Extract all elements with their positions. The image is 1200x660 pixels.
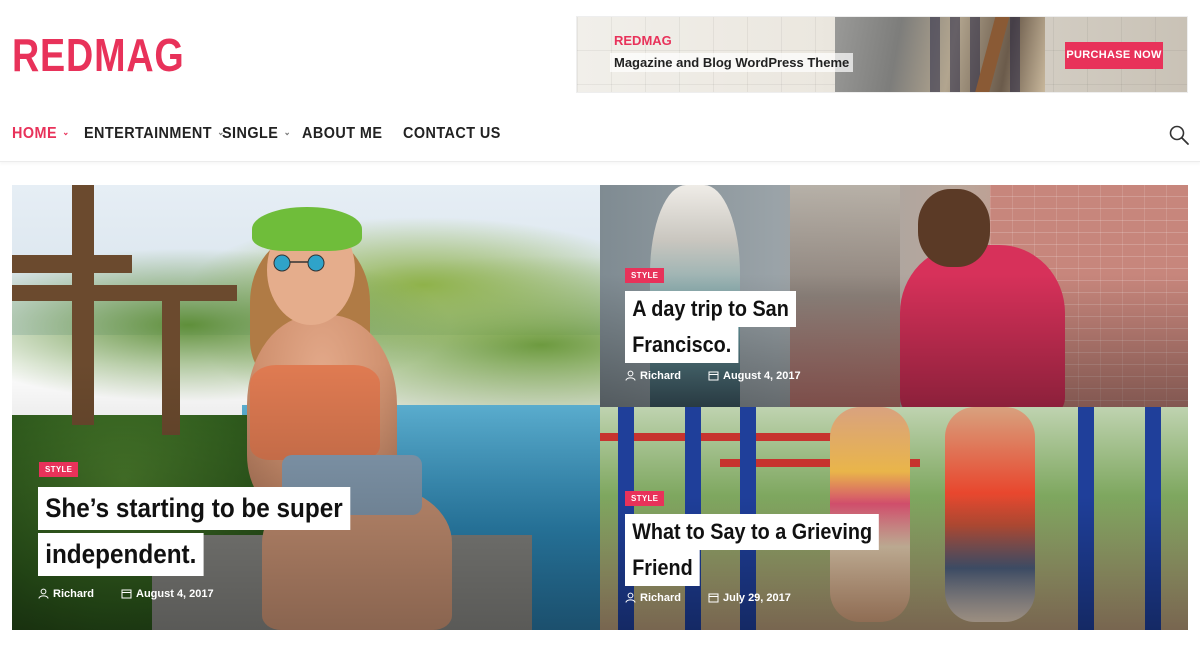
search-icon[interactable] [1168,124,1190,146]
nav-item-home[interactable]: HOME ⌄ [12,125,70,143]
post-title-line[interactable]: A day trip to San [625,291,796,327]
nav-item-label: SINGLE [222,125,279,142]
date-text: July 29, 2017 [723,592,791,604]
nav-item-contact-us[interactable]: CONTACT US [403,125,501,143]
author-name: Richard [53,588,94,600]
user-icon [625,592,636,603]
author-name: Richard [640,592,681,604]
nav-item-entertainment[interactable]: ENTERTAINMENT ⌄ [84,125,225,143]
calendar-icon [708,593,719,603]
post-author[interactable]: Richard [625,370,681,382]
nav-item-single[interactable]: SINGLE ⌄ [222,125,291,143]
post-title-line[interactable]: Friend [625,550,700,586]
post-title-line[interactable]: She’s starting to be super [38,487,350,530]
user-icon [38,588,49,599]
ad-model-photo [835,17,1045,92]
user-icon [625,370,636,381]
category-badge[interactable]: STYLE [625,491,665,506]
date-text: August 4, 2017 [136,588,214,600]
category-badge[interactable]: STYLE [39,462,79,477]
nav-item-label: ABOUT ME [302,125,383,142]
chevron-down-icon: ⌄ [283,127,291,137]
post-title-line[interactable]: What to Say to a Grieving [625,514,880,550]
date-text: August 4, 2017 [723,370,801,382]
post-author[interactable]: Richard [625,592,681,604]
calendar-icon [121,589,132,599]
purchase-now-button[interactable]: PURCHASE NOW [1065,42,1163,69]
chevron-down-icon: ⌄ [62,127,70,137]
site-header: REDMAG REDMAG Magazine and Blog WordPres… [0,0,1200,110]
nav-item-label: ENTERTAINMENT [84,125,212,142]
calendar-icon [708,371,719,381]
post-date: July 29, 2017 [708,592,791,604]
featured-post-tertiary[interactable]: STYLE What to Say to a Grieving Friend R… [600,407,1188,630]
featured-post-main[interactable]: STYLE She’s starting to be super indepen… [12,185,600,630]
nav-item-label: CONTACT US [403,125,501,142]
post-date: August 4, 2017 [708,370,801,382]
ad-brand: REDMAG [614,33,672,48]
site-logo[interactable]: REDMAG [12,30,185,80]
post-author[interactable]: Richard [38,588,94,600]
category-badge[interactable]: STYLE [625,268,665,283]
featured-post-secondary[interactable]: STYLE A day trip to San Francisco. Richa… [600,185,1188,407]
ad-tagline: Magazine and Blog WordPress Theme [610,53,854,72]
author-name: Richard [640,370,681,382]
post-title-line[interactable]: independent. [38,533,204,576]
nav-item-label: HOME [12,125,57,142]
main-nav: HOME ⌄ ENTERTAINMENT ⌄ SINGLE ⌄ ABOUT ME CO… [0,110,1200,162]
post-title-line[interactable]: Francisco. [625,327,739,363]
post-date: August 4, 2017 [121,588,214,600]
nav-item-about-me[interactable]: ABOUT ME [302,125,382,143]
ad-banner[interactable]: REDMAG Magazine and Blog WordPress Theme… [576,16,1188,93]
